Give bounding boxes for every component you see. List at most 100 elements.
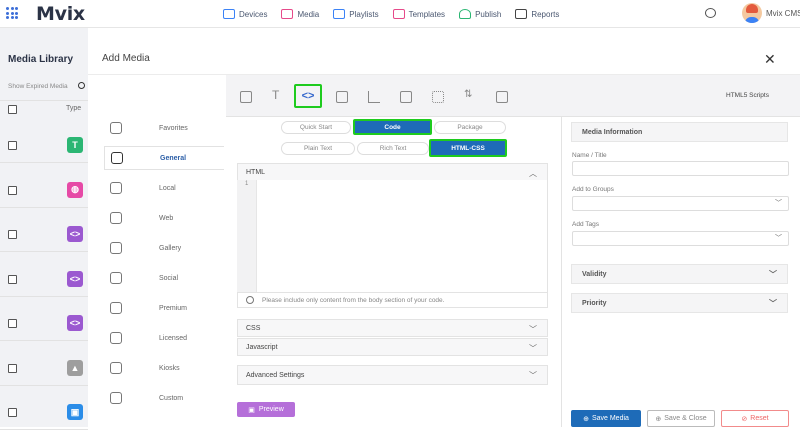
type-column-header: Type	[66, 105, 82, 112]
toggle-icon[interactable]	[78, 82, 85, 89]
nav-templates[interactable]: Templates	[392, 9, 445, 19]
tab-quick-start[interactable]: Quick Start	[281, 121, 351, 134]
row-checkbox[interactable]	[8, 230, 17, 239]
folder-icon[interactable]: ▣	[67, 404, 83, 420]
line-gutter	[237, 180, 257, 292]
html-code-editor[interactable]	[237, 180, 548, 292]
preview-button[interactable]: ▣ Preview	[237, 402, 295, 417]
divider	[0, 384, 88, 386]
save-media-button[interactable]: ⊕ Save Media	[571, 410, 641, 427]
html5-type-button[interactable]: <>	[294, 84, 322, 108]
row-checkbox[interactable]	[8, 319, 17, 328]
text-T-icon[interactable]: T	[67, 137, 83, 153]
nav-media[interactable]: Media	[281, 9, 319, 19]
image-type-icon[interactable]	[240, 91, 252, 103]
tags-select[interactable]: ﹀	[572, 231, 789, 246]
gallery-icon	[110, 242, 122, 254]
grid-type-icon[interactable]	[432, 91, 444, 103]
source-item-general[interactable]: General	[104, 146, 224, 170]
nav-playlists[interactable]: Playlists	[333, 9, 379, 19]
row-checkbox[interactable]	[8, 363, 17, 373]
source-item-custom[interactable]: Custom	[104, 386, 224, 410]
modal-title: Add Media	[102, 53, 150, 64]
text-type-icon[interactable]: T	[272, 88, 279, 102]
web-icon	[110, 212, 122, 224]
source-item-social[interactable]: Social	[104, 266, 224, 290]
row-checkbox[interactable]	[8, 185, 17, 195]
priority-header[interactable]: Priority ﹀	[571, 293, 788, 313]
library-title: Media Library	[8, 54, 74, 65]
gdrive-icon[interactable]: ▲	[67, 359, 83, 376]
source-item-favorites[interactable]: Favorites	[104, 116, 224, 140]
chevron-down-icon: ﹀	[775, 235, 782, 242]
divider	[0, 251, 88, 252]
editor-note: Please include only content from the bod…	[237, 292, 548, 308]
reset-button[interactable]: ⊘ Reset	[721, 410, 789, 427]
premium-icon	[110, 302, 122, 314]
row-checkbox[interactable]	[8, 141, 17, 150]
tab-rich-text[interactable]: Rich Text	[357, 142, 429, 155]
source-item-gallery[interactable]: Gallery	[104, 236, 224, 260]
source-label: Web	[159, 214, 174, 222]
kiosks-icon	[110, 362, 122, 374]
validity-header[interactable]: Validity ﹀	[571, 264, 788, 284]
licensed-icon	[110, 332, 122, 344]
nav-label: Devices	[239, 9, 268, 19]
publish-icon	[459, 9, 472, 19]
avatar[interactable]	[742, 3, 762, 23]
nav-label: Media	[297, 9, 320, 19]
javascript-section-header[interactable]: Javascript ﹀	[237, 338, 548, 356]
select-all-checkbox[interactable]	[8, 105, 17, 114]
button-label: Reset	[750, 415, 769, 422]
source-item-premium[interactable]: Premium	[104, 296, 224, 320]
button-label: Save Media	[591, 415, 629, 422]
row-checkbox[interactable]	[8, 274, 17, 284]
app-logo[interactable]: Mvix	[36, 3, 85, 25]
chat-icon[interactable]	[705, 8, 716, 18]
apps-grid-icon[interactable]	[6, 7, 18, 19]
tags-label: Add Tags	[572, 221, 599, 228]
info-icon	[246, 296, 254, 304]
chart-type-icon[interactable]	[368, 91, 380, 103]
media-information-header: Media Information	[571, 122, 788, 142]
name-input[interactable]	[572, 161, 789, 176]
source-item-local[interactable]: Local	[104, 176, 224, 200]
source-item-licensed[interactable]: Licensed	[104, 326, 224, 350]
nav-reports[interactable]: Reports	[515, 9, 559, 19]
main-nav: Devices Media Playlists Templates Publis…	[223, 0, 559, 28]
source-label: Local	[159, 184, 176, 192]
source-item-kiosks[interactable]: Kiosks	[104, 356, 224, 380]
nav-publish[interactable]: Publish	[459, 9, 501, 19]
html-section-header[interactable]: HTML ︿	[237, 163, 548, 181]
show-expired-toggle[interactable]: Show Expired Media	[8, 83, 68, 90]
source-label: Licensed	[159, 334, 188, 342]
widget-type-icon[interactable]	[496, 91, 508, 103]
section-label: Priority	[582, 299, 607, 307]
pink-media-icon[interactable]: ◍	[67, 181, 83, 198]
sort-type-icon[interactable]: ⇅	[464, 89, 472, 100]
note-text: Please include only content from the bod…	[262, 296, 445, 304]
advanced-settings-header[interactable]: Advanced Settings ﹀	[237, 365, 548, 385]
close-icon[interactable]: ✕	[764, 51, 776, 68]
chevron-down-icon: ﹀	[775, 200, 782, 207]
tab-package[interactable]: Package	[434, 121, 506, 134]
toolbar-title: HTML5 Scripts	[726, 92, 769, 99]
code-icon[interactable]: <>	[67, 315, 83, 331]
code-icon[interactable]: <>	[67, 270, 83, 287]
document-type-icon[interactable]	[400, 91, 412, 103]
groups-select[interactable]: ﹀	[572, 196, 789, 211]
qr-type-icon[interactable]	[336, 91, 348, 103]
css-section-header[interactable]: CSS ﹀	[237, 319, 548, 337]
code-icon[interactable]: <>	[67, 226, 83, 242]
divider	[0, 100, 88, 101]
tab-html-css[interactable]: HTML-CSS	[429, 139, 507, 157]
nav-devices[interactable]: Devices	[223, 9, 267, 19]
user-name[interactable]: Mvix CMS	[766, 9, 800, 18]
playlist-icon	[333, 9, 346, 19]
row-checkbox[interactable]	[8, 408, 17, 417]
source-label: Premium	[159, 304, 188, 312]
save-close-button[interactable]: ⊕ Save & Close	[647, 410, 715, 427]
tab-plain-text[interactable]: Plain Text	[281, 142, 355, 155]
source-item-web[interactable]: Web	[104, 206, 224, 230]
tab-code[interactable]: Code	[353, 119, 432, 135]
